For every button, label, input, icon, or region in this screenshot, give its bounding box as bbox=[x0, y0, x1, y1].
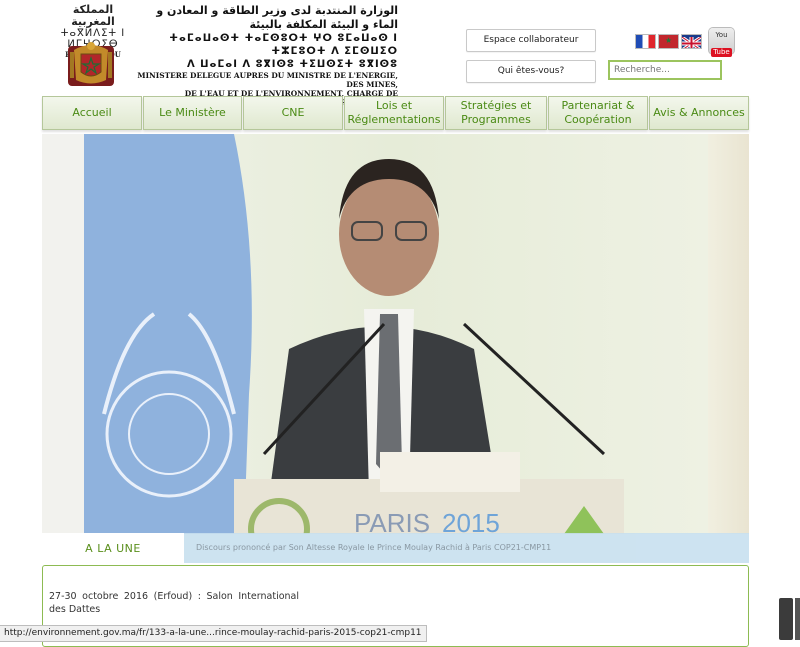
nav-item-cne[interactable]: CNE bbox=[243, 96, 343, 130]
youtube-you-text: You bbox=[715, 31, 728, 39]
news-item[interactable]: 27-30 octobre 2016 (Erfoud) : Salon Inte… bbox=[49, 590, 299, 616]
headline-bar: A LA UNE Discours prononcé par Son Altes… bbox=[42, 533, 749, 563]
moroccan-flag-icon[interactable]: ★ bbox=[659, 35, 678, 48]
uk-flag-icon[interactable] bbox=[682, 35, 701, 48]
coat-of-arms-icon bbox=[68, 42, 114, 86]
ministry-title: الوزارة المنتدبة لدى وزير الطاقة و المعا… bbox=[132, 4, 398, 107]
hero-banner-image[interactable]: PARIS 2015 bbox=[84, 134, 708, 534]
french-flag-icon[interactable] bbox=[636, 35, 655, 48]
main-nav: Accueil Le Ministère CNE Lois et Régleme… bbox=[42, 96, 749, 130]
nav-item-ministere[interactable]: Le Ministère bbox=[143, 96, 242, 130]
hero-illustration: PARIS 2015 bbox=[84, 134, 708, 534]
ministry-amazigh-text-1: ⵜⴰⵎⴰⵡⴰⵙⵜ ⵜⴰⵎⵙⵓⵔⵜ ⵖⵔ ⵓⵎⴰⵡⴰⵙ ⵏ ⵜⵣⵎⵓⵔⵜ ⴷ ⵉⵎ… bbox=[169, 33, 398, 57]
ministry-french-text-1: MINISTERE DELEGUE AUPRES DU MINISTRE DE … bbox=[137, 71, 398, 89]
youtube-icon[interactable]: You Tube bbox=[709, 28, 734, 57]
logo-arabic-text: المملكة المغربية bbox=[71, 3, 115, 28]
podium-year-text: 2015 bbox=[442, 508, 500, 534]
ministry-arabic-text: الوزارة المنتدبة لدى وزير الطاقة و المعا… bbox=[156, 4, 398, 31]
une-tab[interactable]: A LA UNE bbox=[42, 533, 184, 563]
nav-item-avis[interactable]: Avis & Annonces bbox=[649, 96, 749, 130]
search-input[interactable] bbox=[608, 60, 722, 80]
scrollbar-track[interactable] bbox=[795, 598, 800, 640]
headline-ticker[interactable]: Discours prononcé par Son Altesse Royale… bbox=[184, 533, 749, 563]
nav-item-accueil[interactable]: Accueil bbox=[42, 96, 142, 130]
podium-paris-text: PARIS bbox=[354, 508, 430, 534]
who-are-you-button[interactable]: Qui êtes-vous? bbox=[466, 60, 596, 83]
ministry-amazigh-text-2: ⴷ ⵡⴰⵎⴰⵏ ⴷ ⵓⴳⵏⵙⵓ ⵜⵉⵡⵙⵉⵜ ⵓⴳⵏⵙⵓ bbox=[186, 59, 398, 70]
youtube-tube-text: Tube bbox=[711, 48, 732, 57]
banner-right-margin bbox=[708, 134, 749, 534]
nav-item-strategies[interactable]: Stratégies et Programmes bbox=[445, 96, 547, 130]
collaborator-space-button[interactable]: Espace collaborateur bbox=[466, 29, 596, 52]
nav-item-lois[interactable]: Lois et Réglementations bbox=[344, 96, 444, 130]
nav-item-partenariat[interactable]: Partenariat & Coopération bbox=[548, 96, 648, 130]
scrollbar-handle[interactable] bbox=[779, 598, 793, 640]
banner-left-margin bbox=[42, 134, 84, 534]
browser-status-bar: http://environnement.gov.ma/fr/133-a-la-… bbox=[0, 625, 427, 642]
